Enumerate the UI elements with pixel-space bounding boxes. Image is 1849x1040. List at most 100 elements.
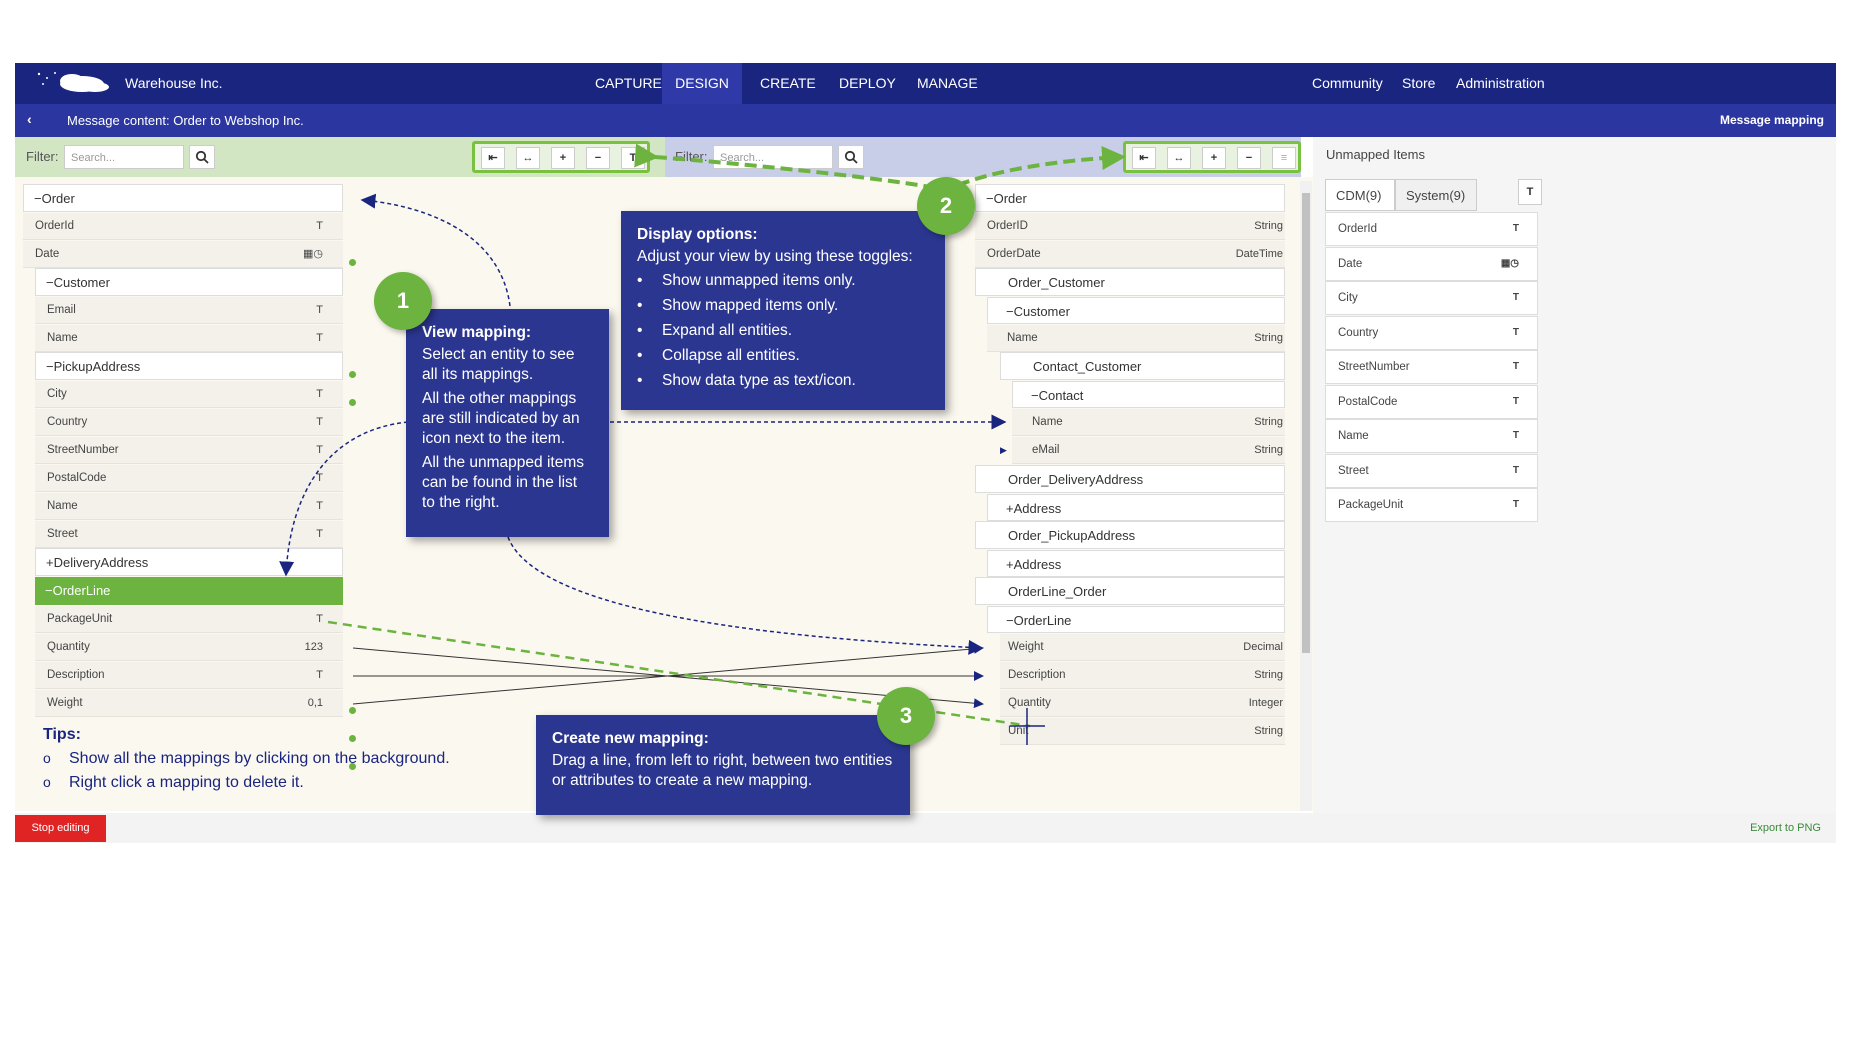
attribute-row[interactable]: OrderId T xyxy=(23,213,343,240)
collapse-all-toggle[interactable]: − xyxy=(1237,147,1261,169)
entity-pickupaddress[interactable]: −PickupAddress xyxy=(35,352,343,380)
nav-deploy[interactable]: DEPLOY xyxy=(829,63,906,104)
nav-create[interactable]: CREATE xyxy=(750,63,826,104)
attribute-row[interactable]: Name String xyxy=(987,325,1285,352)
show-mapped-toggle[interactable]: ↔ xyxy=(516,147,540,169)
attribute-row[interactable]: OrderDate DateTime xyxy=(975,241,1285,268)
right-search-input[interactable]: Search... xyxy=(713,145,833,169)
callout-create-mapping: Create new mapping: Drag a line, from le… xyxy=(536,715,910,815)
entity-deliveryaddress[interactable]: +DeliveryAddress xyxy=(35,548,343,576)
attribute-row[interactable]: Description String xyxy=(1000,662,1285,689)
back-chevron-icon[interactable]: ‹ xyxy=(27,111,32,127)
unmapped-item[interactable]: City T xyxy=(1325,281,1538,315)
attribute-row[interactable]: Unit String xyxy=(1000,718,1285,745)
type-icon: T xyxy=(1512,223,1519,234)
target-entity-contact[interactable]: −Contact xyxy=(1012,381,1285,408)
show-unmapped-toggle[interactable]: ⇤ xyxy=(1132,147,1156,169)
target-entity-address[interactable]: +Address xyxy=(987,550,1285,577)
attribute-row[interactable]: Name T xyxy=(35,325,343,352)
nav-administration[interactable]: Administration xyxy=(1446,63,1555,104)
attribute-row[interactable]: Name T xyxy=(35,493,343,520)
unmapped-item[interactable]: Street T xyxy=(1325,454,1538,488)
expand-all-toggle[interactable]: + xyxy=(1202,147,1226,169)
brand-name[interactable]: Warehouse Inc. xyxy=(125,63,223,104)
mapping-dot[interactable] xyxy=(349,371,356,378)
target-entity-order-delivery[interactable]: Order_DeliveryAddress xyxy=(975,465,1285,493)
tab-system[interactable]: System(9) xyxy=(1395,179,1477,211)
target-entity-order-customer[interactable]: Order_Customer xyxy=(975,268,1285,296)
type-label: Decimal xyxy=(1243,641,1283,653)
entity-label: −Customer xyxy=(46,275,110,290)
unmapped-item[interactable]: PostalCode T xyxy=(1325,385,1538,419)
data-type-toggle[interactable]: ≡ xyxy=(1272,147,1296,169)
export-png-link[interactable]: Export to PNG xyxy=(1750,822,1821,834)
unmapped-item[interactable]: Date ▦◷ xyxy=(1325,247,1538,281)
nav-manage[interactable]: MANAGE xyxy=(907,63,988,104)
type-label: String xyxy=(1254,220,1283,232)
data-type-toggle[interactable]: T xyxy=(621,147,645,169)
left-search-button[interactable] xyxy=(189,145,215,169)
nav-store[interactable]: Store xyxy=(1392,63,1445,104)
attribute-row[interactable]: Quantity 123 xyxy=(35,634,343,661)
type-icon: T xyxy=(1512,396,1519,407)
attribute-row[interactable]: Weight 0,1 xyxy=(35,690,343,717)
type-icon: T xyxy=(1512,465,1519,476)
attribute-row[interactable]: Description T xyxy=(35,662,343,689)
mapping-dot[interactable] xyxy=(349,399,356,406)
collapse-all-toggle[interactable]: − xyxy=(586,147,610,169)
nav-design[interactable]: DESIGN xyxy=(662,63,742,104)
mapping-dot[interactable] xyxy=(349,707,356,714)
attribute-row[interactable]: Name String xyxy=(1012,409,1285,436)
entity-orderline-selected[interactable]: −OrderLine xyxy=(35,577,343,605)
attribute-row[interactable]: OrderID String xyxy=(975,213,1285,240)
target-entity-orderline-order[interactable]: OrderLine_Order xyxy=(975,577,1285,605)
attribute-row[interactable]: Country T xyxy=(35,409,343,436)
bullet-item: • Expand all entities. xyxy=(637,322,793,339)
canvas-scrollbar[interactable] xyxy=(1300,181,1312,811)
attribute-row[interactable]: Weight Decimal xyxy=(1000,634,1285,661)
unmapped-item[interactable]: Country T xyxy=(1325,316,1538,350)
tab-cdm[interactable]: CDM(9) xyxy=(1325,179,1395,211)
attribute-row[interactable]: PostalCode T xyxy=(35,465,343,492)
unmapped-item[interactable]: PackageUnit T xyxy=(1325,488,1538,522)
tips-title: Tips: xyxy=(43,726,81,743)
expand-all-toggle[interactable]: + xyxy=(551,147,575,169)
attribute-row[interactable]: StreetNumber T xyxy=(35,437,343,464)
target-entity-order[interactable]: −Order xyxy=(975,184,1285,212)
unmapped-item[interactable]: StreetNumber T xyxy=(1325,350,1538,384)
entity-name: OrderLine xyxy=(52,583,111,598)
show-unmapped-toggle[interactable]: ⇤ xyxy=(481,147,505,169)
target-entity-contact-customer[interactable]: Contact_Customer xyxy=(1000,352,1285,380)
callout-bullets: • Show unmapped items only. • Show mapped … xyxy=(637,271,929,391)
attribute-row[interactable]: Street T xyxy=(35,521,343,548)
attribute-row[interactable]: Date ▦◷ xyxy=(23,241,343,268)
target-entity-address[interactable]: +Address xyxy=(987,494,1285,521)
type-icon: T xyxy=(1512,430,1519,441)
show-mapped-toggle[interactable]: ↔ xyxy=(1167,147,1191,169)
attribute-row[interactable]: PackageUnit T xyxy=(35,606,343,633)
unmapped-item[interactable]: Name T xyxy=(1325,419,1538,453)
nav-capture[interactable]: CAPTURE xyxy=(585,63,672,104)
nav-community[interactable]: Community xyxy=(1302,63,1393,104)
attribute-row[interactable]: Quantity Integer xyxy=(1000,690,1285,717)
target-entity-orderline[interactable]: −OrderLine xyxy=(987,606,1285,633)
entity-customer[interactable]: −Customer xyxy=(35,268,343,296)
unmapped-item[interactable]: OrderId T xyxy=(1325,212,1538,246)
scroll-thumb[interactable] xyxy=(1302,193,1310,653)
attribute-row[interactable]: City T xyxy=(35,381,343,408)
data-type-toggle[interactable]: T xyxy=(1518,179,1542,205)
attribute-row[interactable]: eMail String xyxy=(1012,437,1285,464)
target-entity-order-pickup[interactable]: Order_PickupAddress xyxy=(975,521,1285,549)
target-entity-customer[interactable]: −Customer xyxy=(987,297,1285,324)
attribute-label: Unit xyxy=(1008,725,1029,737)
entity-order[interactable]: −Order xyxy=(23,184,343,212)
left-search-input[interactable]: Search... xyxy=(64,145,184,169)
stop-editing-button[interactable]: Stop editing xyxy=(15,815,106,842)
attribute-row[interactable]: Email T xyxy=(35,297,343,324)
callout-text: Drag a line, from left to right, between… xyxy=(552,752,893,789)
attribute-label: Country xyxy=(47,416,88,428)
mapping-dot[interactable] xyxy=(349,259,356,266)
mode-label: Message mapping xyxy=(1719,113,1824,127)
right-search-button[interactable] xyxy=(838,145,864,169)
attribute-label: Weight xyxy=(47,697,83,709)
